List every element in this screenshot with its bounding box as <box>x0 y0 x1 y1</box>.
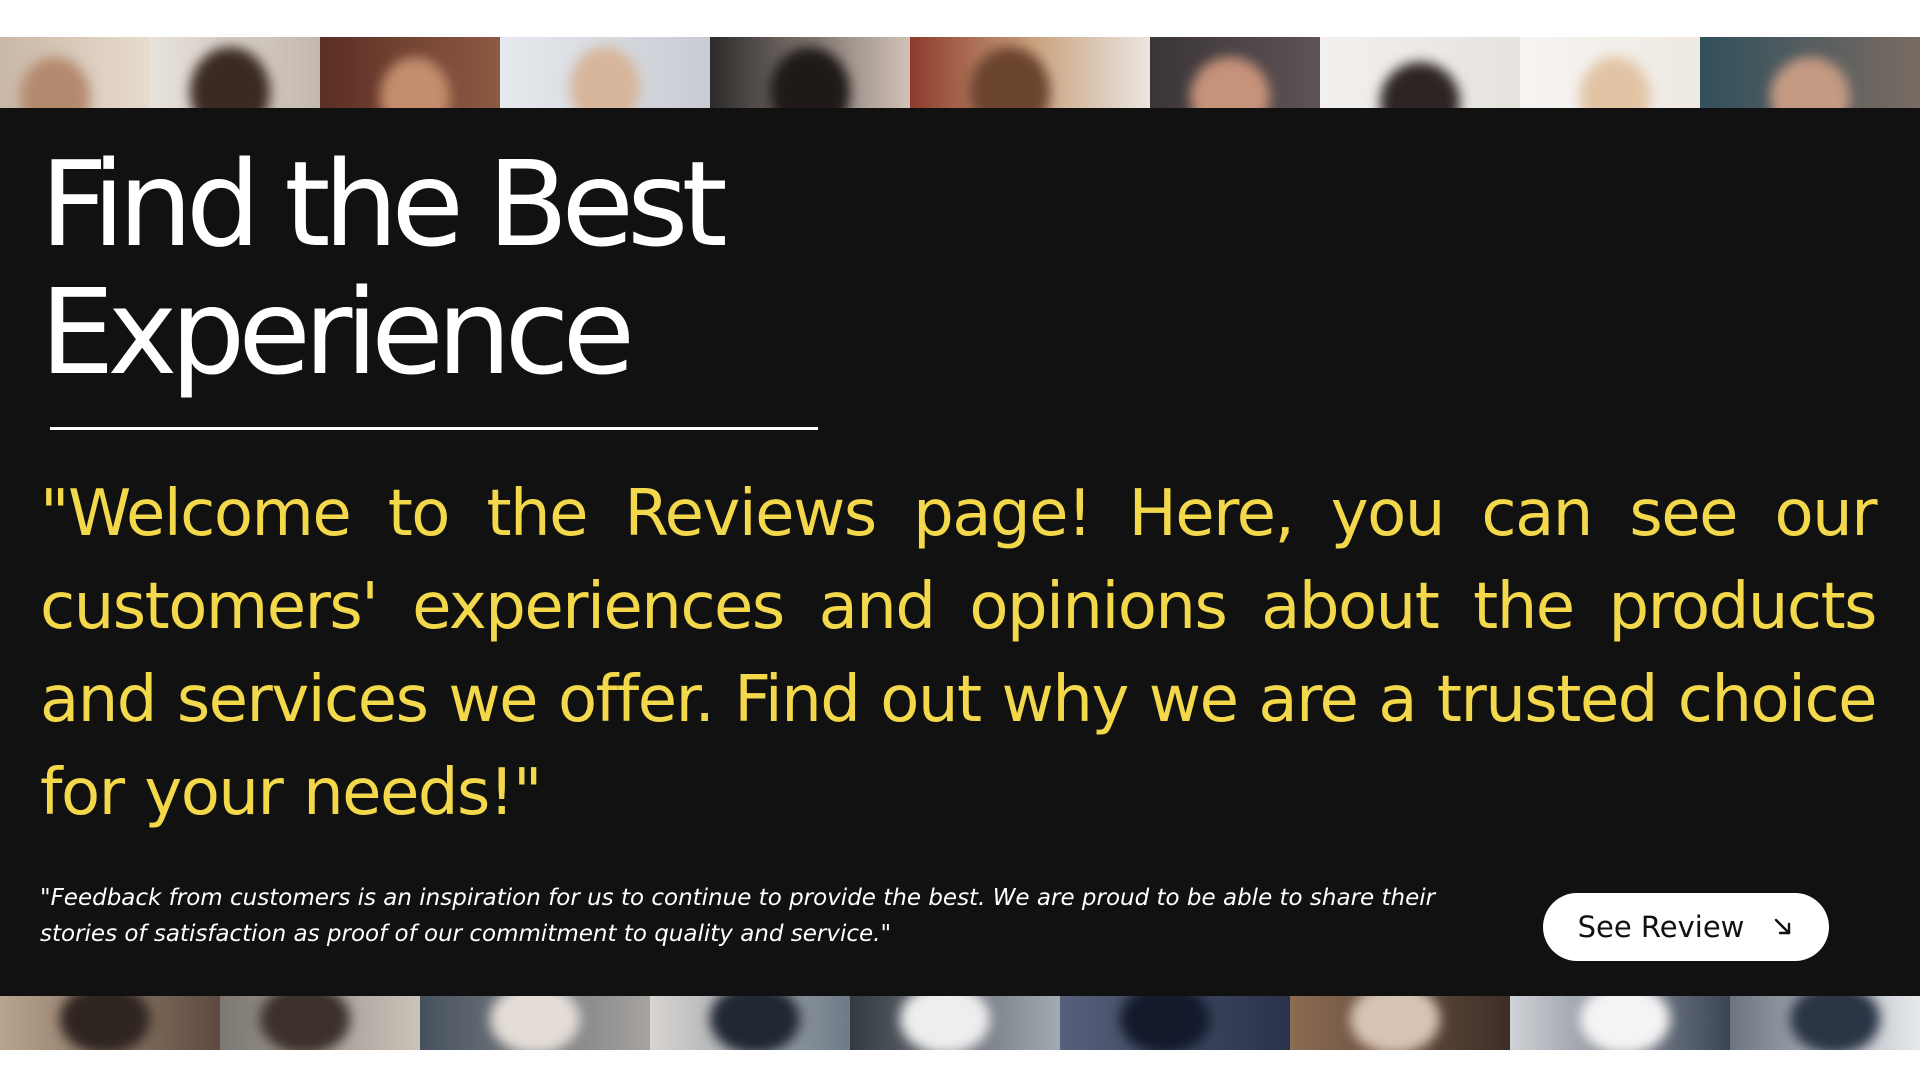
see-review-label: See Review <box>1577 910 1745 944</box>
see-review-button[interactable]: See Review <box>1543 893 1829 961</box>
customer-photo-collage-bottom <box>0 994 1920 1050</box>
feedback-quote: "Feedback from customers is an inspirati… <box>40 885 1436 947</box>
welcome-message: "Welcome to the Reviews page! Here, you … <box>40 477 1878 830</box>
page-title-line-1: Find the Best <box>40 135 728 273</box>
page-title-line-2: Experience <box>40 263 635 401</box>
page-title: Find the Best Experience <box>40 140 728 396</box>
reviews-hero-page: Find the Best Experience "Welcome to the… <box>0 0 1920 1080</box>
arrow-down-right-icon <box>1772 916 1794 938</box>
title-divider <box>50 427 818 430</box>
customer-photo-collage-top <box>0 37 1920 109</box>
